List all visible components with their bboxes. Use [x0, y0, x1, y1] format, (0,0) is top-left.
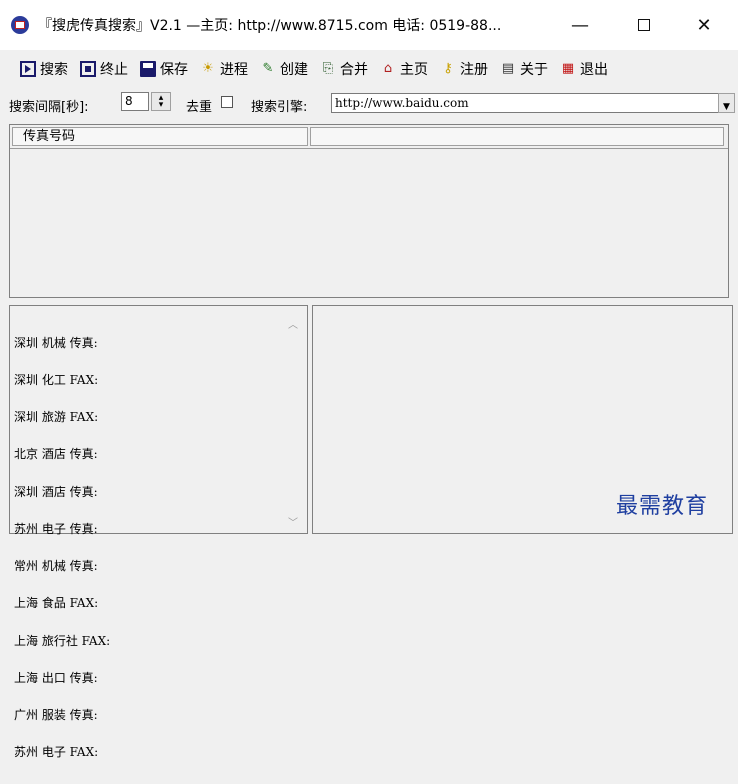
app-icon[interactable] — [11, 16, 29, 34]
save-icon — [140, 61, 156, 77]
watermark: 最需教育 — [616, 494, 709, 519]
window-title: 『搜虎传真搜索』V2.1 —主页: http://www.8715.com 电话… — [38, 18, 502, 34]
key-icon: ⚷ — [443, 61, 453, 76]
list-item: 上海 食品 FAX: — [14, 596, 99, 611]
exit-button-label: 退出 — [580, 62, 608, 78]
list-item: 深圳 化工 FAX: — [14, 373, 99, 388]
column-header-fax-number[interactable]: 传真号码 — [12, 127, 308, 146]
about-button-label: 关于 — [520, 62, 548, 78]
merge-icon: ⎘ — [322, 61, 334, 76]
dedupe-checkbox[interactable] — [221, 96, 233, 108]
about-button[interactable]: ▤ 关于 — [500, 59, 548, 79]
search-button[interactable]: 搜索 — [20, 59, 68, 79]
scroll-down-icon[interactable]: ﹀ — [287, 514, 299, 529]
list-item: 深圳 旅游 FAX: — [14, 410, 99, 425]
merge-button-label: 合并 — [340, 62, 368, 78]
list-item: 苏州 电子 传真: — [14, 521, 98, 536]
dedupe-label: 去重 — [186, 100, 213, 115]
home-button-label: 主页 — [400, 62, 428, 78]
keyword-list: 深圳 机械 传真: 深圳 化工 FAX: 深圳 旅游 FAX: 北京 酒店 传真… — [14, 312, 110, 783]
stop-icon — [80, 61, 96, 77]
list-item: 北京 酒店 传真: — [14, 447, 98, 462]
list-item: 上海 旅行社 FAX: — [14, 633, 111, 648]
interval-input[interactable]: 8 — [121, 92, 149, 111]
fax-number-list[interactable]: 传真号码 — [9, 124, 729, 298]
save-button-label: 保存 — [160, 62, 188, 78]
maximize-icon — [638, 19, 650, 31]
engine-label: 搜索引擎: — [251, 100, 308, 115]
home-button[interactable]: ⌂ 主页 — [380, 59, 428, 79]
minimize-button[interactable]: — — [552, 0, 608, 50]
process-button[interactable]: ☀ 进程 — [200, 59, 248, 79]
maximize-button[interactable] — [616, 0, 672, 50]
minimize-icon: — — [571, 14, 589, 36]
bulb-icon: ☀ — [202, 61, 214, 76]
exit-icon: ▦ — [561, 61, 575, 76]
scroll-up-icon[interactable]: ︿ — [287, 316, 299, 331]
list-item: 深圳 机械 传真: — [14, 335, 98, 350]
close-button[interactable]: ✕ — [676, 0, 732, 50]
interval-spinner[interactable] — [151, 92, 171, 111]
list-item: 苏州 电子 FAX: — [14, 745, 99, 760]
create-button[interactable]: ✎ 创建 — [260, 59, 308, 79]
register-button[interactable]: ⚷ 注册 — [440, 59, 488, 79]
list-item: 广州 服装 传真: — [14, 708, 98, 722]
play-icon — [20, 61, 36, 77]
toolbar: 搜索 终止 保存 ☀ 进程 ✎ 创建 ⎘ 合并 ⌂ 主页 ⚷ 注册 ▤ 关于 ▦… — [0, 52, 738, 86]
search-button-label: 搜索 — [40, 62, 68, 78]
home-icon: ⌂ — [383, 61, 393, 76]
process-button-label: 进程 — [220, 62, 248, 78]
save-button[interactable]: 保存 — [140, 59, 188, 79]
stop-button-label: 终止 — [100, 62, 128, 78]
list-item: 上海 出口 传真: — [14, 670, 98, 685]
about-icon: ▤ — [501, 61, 515, 76]
interval-label: 搜索间隔[秒]: — [9, 100, 89, 115]
create-icon: ✎ — [262, 61, 274, 76]
exit-button[interactable]: ▦ 退出 — [560, 59, 608, 79]
engine-select[interactable]: http://www.baidu.com — [331, 93, 723, 113]
merge-button[interactable]: ⎘ 合并 — [320, 59, 368, 79]
create-button-label: 创建 — [280, 62, 308, 78]
keyword-textarea[interactable]: 深圳 机械 传真: 深圳 化工 FAX: 深圳 旅游 FAX: 北京 酒店 传真… — [9, 305, 308, 759]
stop-button[interactable]: 终止 — [80, 59, 128, 79]
column-header-2[interactable] — [310, 127, 724, 146]
register-button-label: 注册 — [460, 62, 488, 78]
list-item: 常州 机械 传真: — [14, 559, 98, 574]
title-bar: 『搜虎传真搜索』V2.1 —主页: http://www.8715.com 电话… — [0, 0, 738, 50]
close-icon: ✕ — [696, 14, 712, 36]
list-header: 传真号码 — [10, 125, 728, 149]
chevron-down-icon[interactable]: ▼ — [718, 93, 735, 113]
list-item: 深圳 酒店 传真: — [14, 484, 98, 499]
